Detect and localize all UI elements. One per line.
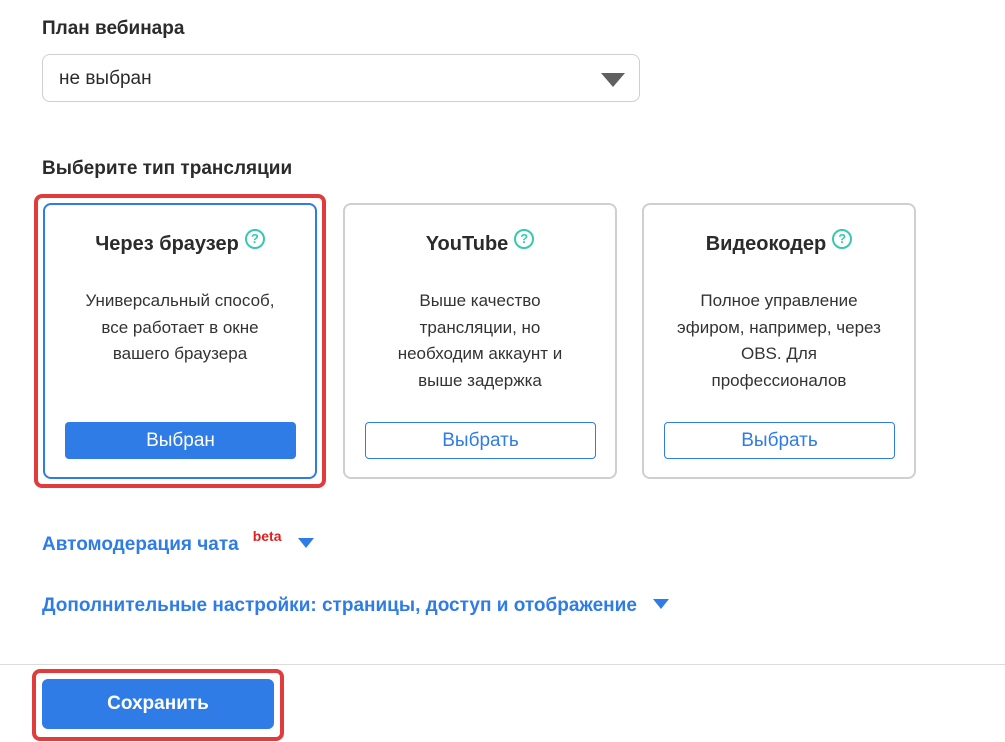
select-button[interactable]: Выбрать bbox=[365, 422, 596, 459]
broadcast-card-encoder[interactable]: Видеокодер? Полное управление эфиром, на… bbox=[642, 203, 916, 479]
card-title-wrapper: YouTube? bbox=[345, 229, 615, 256]
chat-moderation-toggle[interactable]: Автомодерация чата beta bbox=[42, 528, 314, 556]
card-description: Универсальный способ, все работает в окн… bbox=[85, 291, 275, 363]
card-title: Видеокодер bbox=[705, 233, 827, 255]
card-title: Через браузер bbox=[95, 233, 239, 255]
question-circle-icon[interactable]: ? bbox=[244, 229, 265, 249]
plan-label: План вебинара bbox=[42, 18, 185, 39]
chat-moderation-label: Автомодерация чата bbox=[42, 534, 239, 555]
broadcast-card-browser[interactable]: Через браузер? Универсальный способ, все… bbox=[43, 203, 317, 479]
extra-settings-label: Дополнительные настройки: страницы, дост… bbox=[42, 595, 637, 616]
question-circle-icon[interactable]: ? bbox=[514, 229, 535, 249]
caret-down-icon bbox=[297, 537, 314, 548]
select-button[interactable]: Выбрать bbox=[664, 422, 895, 459]
broadcast-type-label: Выберите тип трансляции bbox=[42, 158, 293, 179]
caret-down-icon bbox=[652, 598, 669, 609]
card-title-wrapper: Видеокодер? bbox=[644, 229, 914, 256]
broadcast-card-youtube[interactable]: YouTube? Выше качество трансляции, но не… bbox=[343, 203, 617, 479]
card-title-wrapper: Через браузер? bbox=[45, 229, 315, 256]
plan-select[interactable]: не выбран bbox=[42, 54, 640, 102]
card-description: Выше качество трансляции, но необходим а… bbox=[397, 291, 563, 390]
card-title: YouTube bbox=[425, 233, 509, 255]
plan-select-value: не выбран bbox=[59, 68, 152, 89]
beta-badge: beta bbox=[252, 528, 282, 544]
triangle-down-icon bbox=[601, 73, 625, 87]
question-circle-icon[interactable]: ? bbox=[832, 229, 853, 249]
card-description: Полное управление эфиром, например, чере… bbox=[677, 291, 881, 390]
selected-button[interactable]: Выбран bbox=[65, 422, 296, 459]
save-button[interactable]: Сохранить bbox=[42, 679, 274, 729]
webinar-settings-page: План вебинара не выбран Выберите тип тра… bbox=[0, 0, 1005, 742]
divider bbox=[0, 664, 1005, 665]
extra-settings-toggle[interactable]: Дополнительные настройки: страницы, дост… bbox=[42, 595, 669, 617]
